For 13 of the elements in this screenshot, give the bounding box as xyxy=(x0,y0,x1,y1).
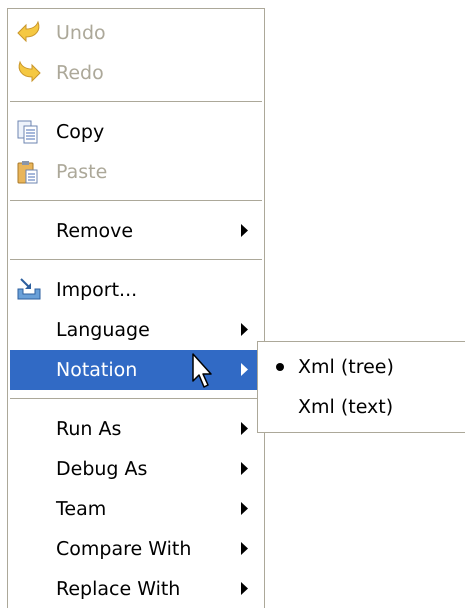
clipboard-icon xyxy=(16,159,40,185)
menu-item[interactable]: Debug As xyxy=(10,449,262,489)
redo-arrow-icon xyxy=(16,60,42,84)
menu-item[interactable]: Import... xyxy=(10,270,262,310)
menu-item[interactable]: Team xyxy=(10,489,262,529)
menu-item[interactable]: Replace With xyxy=(10,569,262,608)
import-tray-icon xyxy=(16,277,42,301)
copy-documents-icon xyxy=(16,119,40,145)
menu-item[interactable]: Copy xyxy=(10,112,262,152)
undo-arrow-icon xyxy=(16,20,42,44)
menu-item[interactable]: Language xyxy=(10,310,262,350)
menu-item[interactable]: Compare With xyxy=(10,529,262,569)
menu-item[interactable]: Remove xyxy=(10,211,262,251)
